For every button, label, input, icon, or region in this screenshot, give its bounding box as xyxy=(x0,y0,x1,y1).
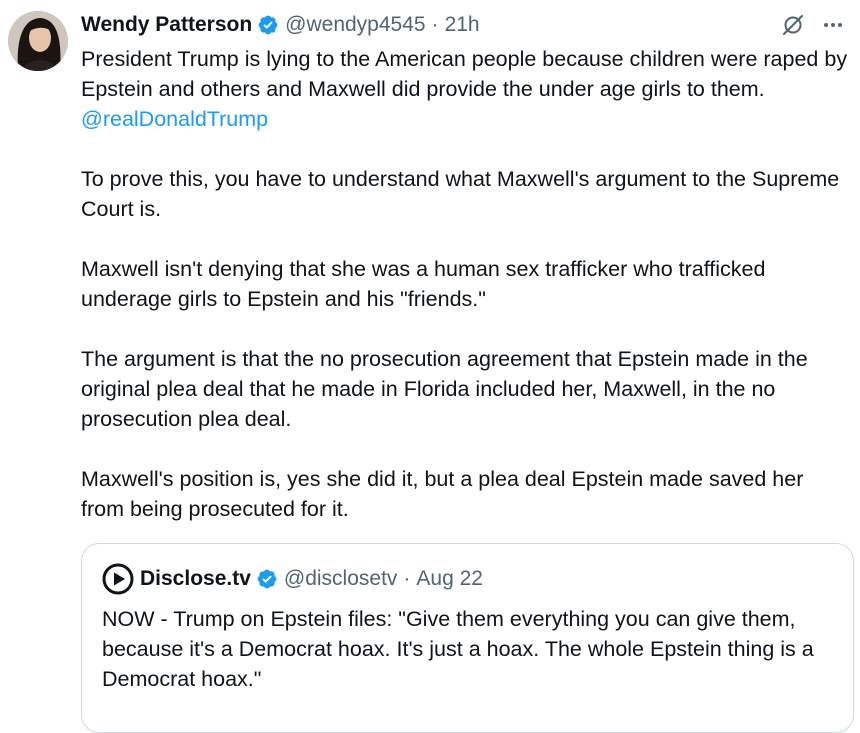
grok-icon[interactable] xyxy=(780,12,806,38)
quoted-tweet-header: Disclose.tv @disclosetv · Aug 22 xyxy=(102,563,483,595)
tweet-paragraph: To prove this, you have to understand wh… xyxy=(81,167,840,221)
mention-link[interactable]: @realDonaldTrump xyxy=(81,107,268,131)
more-options-icon[interactable] xyxy=(820,12,846,38)
verified-badge-icon[interactable] xyxy=(256,568,278,590)
separator-dot: · xyxy=(431,13,439,36)
author-handle[interactable]: @wendyp4545 xyxy=(285,13,425,37)
tweet-header: Wendy Patterson @wendyp4545 · 21h xyxy=(81,8,480,42)
quoted-tweet-text: NOW - Trump on Epstein files: "Give them… xyxy=(102,607,814,691)
quoted-author-handle[interactable]: @disclosetv xyxy=(284,567,398,591)
verified-badge-icon[interactable] xyxy=(257,14,279,36)
quoted-author-name[interactable]: Disclose.tv xyxy=(140,567,251,591)
tweet-text: President Trump is lying to the American… xyxy=(81,44,851,554)
top-actions xyxy=(780,12,846,38)
tweet-paragraph: Maxwell isn't denying that she was a hum… xyxy=(81,257,766,311)
timestamp[interactable]: 21h xyxy=(445,13,480,37)
author-name[interactable]: Wendy Patterson xyxy=(81,13,252,37)
disclose-play-logo-icon[interactable] xyxy=(102,563,134,595)
tweet-paragraph: President Trump is lying to the American… xyxy=(81,47,848,131)
tweet[interactable]: Wendy Patterson @wendyp4545 · 21h Presid… xyxy=(0,0,860,733)
separator-dot: · xyxy=(403,567,411,590)
tweet-paragraph: The argument is that the no prosecution … xyxy=(81,347,808,431)
quoted-timestamp[interactable]: Aug 22 xyxy=(416,567,483,591)
avatar[interactable] xyxy=(8,11,68,71)
quoted-tweet[interactable]: Disclose.tv @disclosetv · Aug 22 NOW - T… xyxy=(81,543,854,733)
tweet-paragraph: Maxwell's position is, yes she did it, b… xyxy=(81,467,804,521)
